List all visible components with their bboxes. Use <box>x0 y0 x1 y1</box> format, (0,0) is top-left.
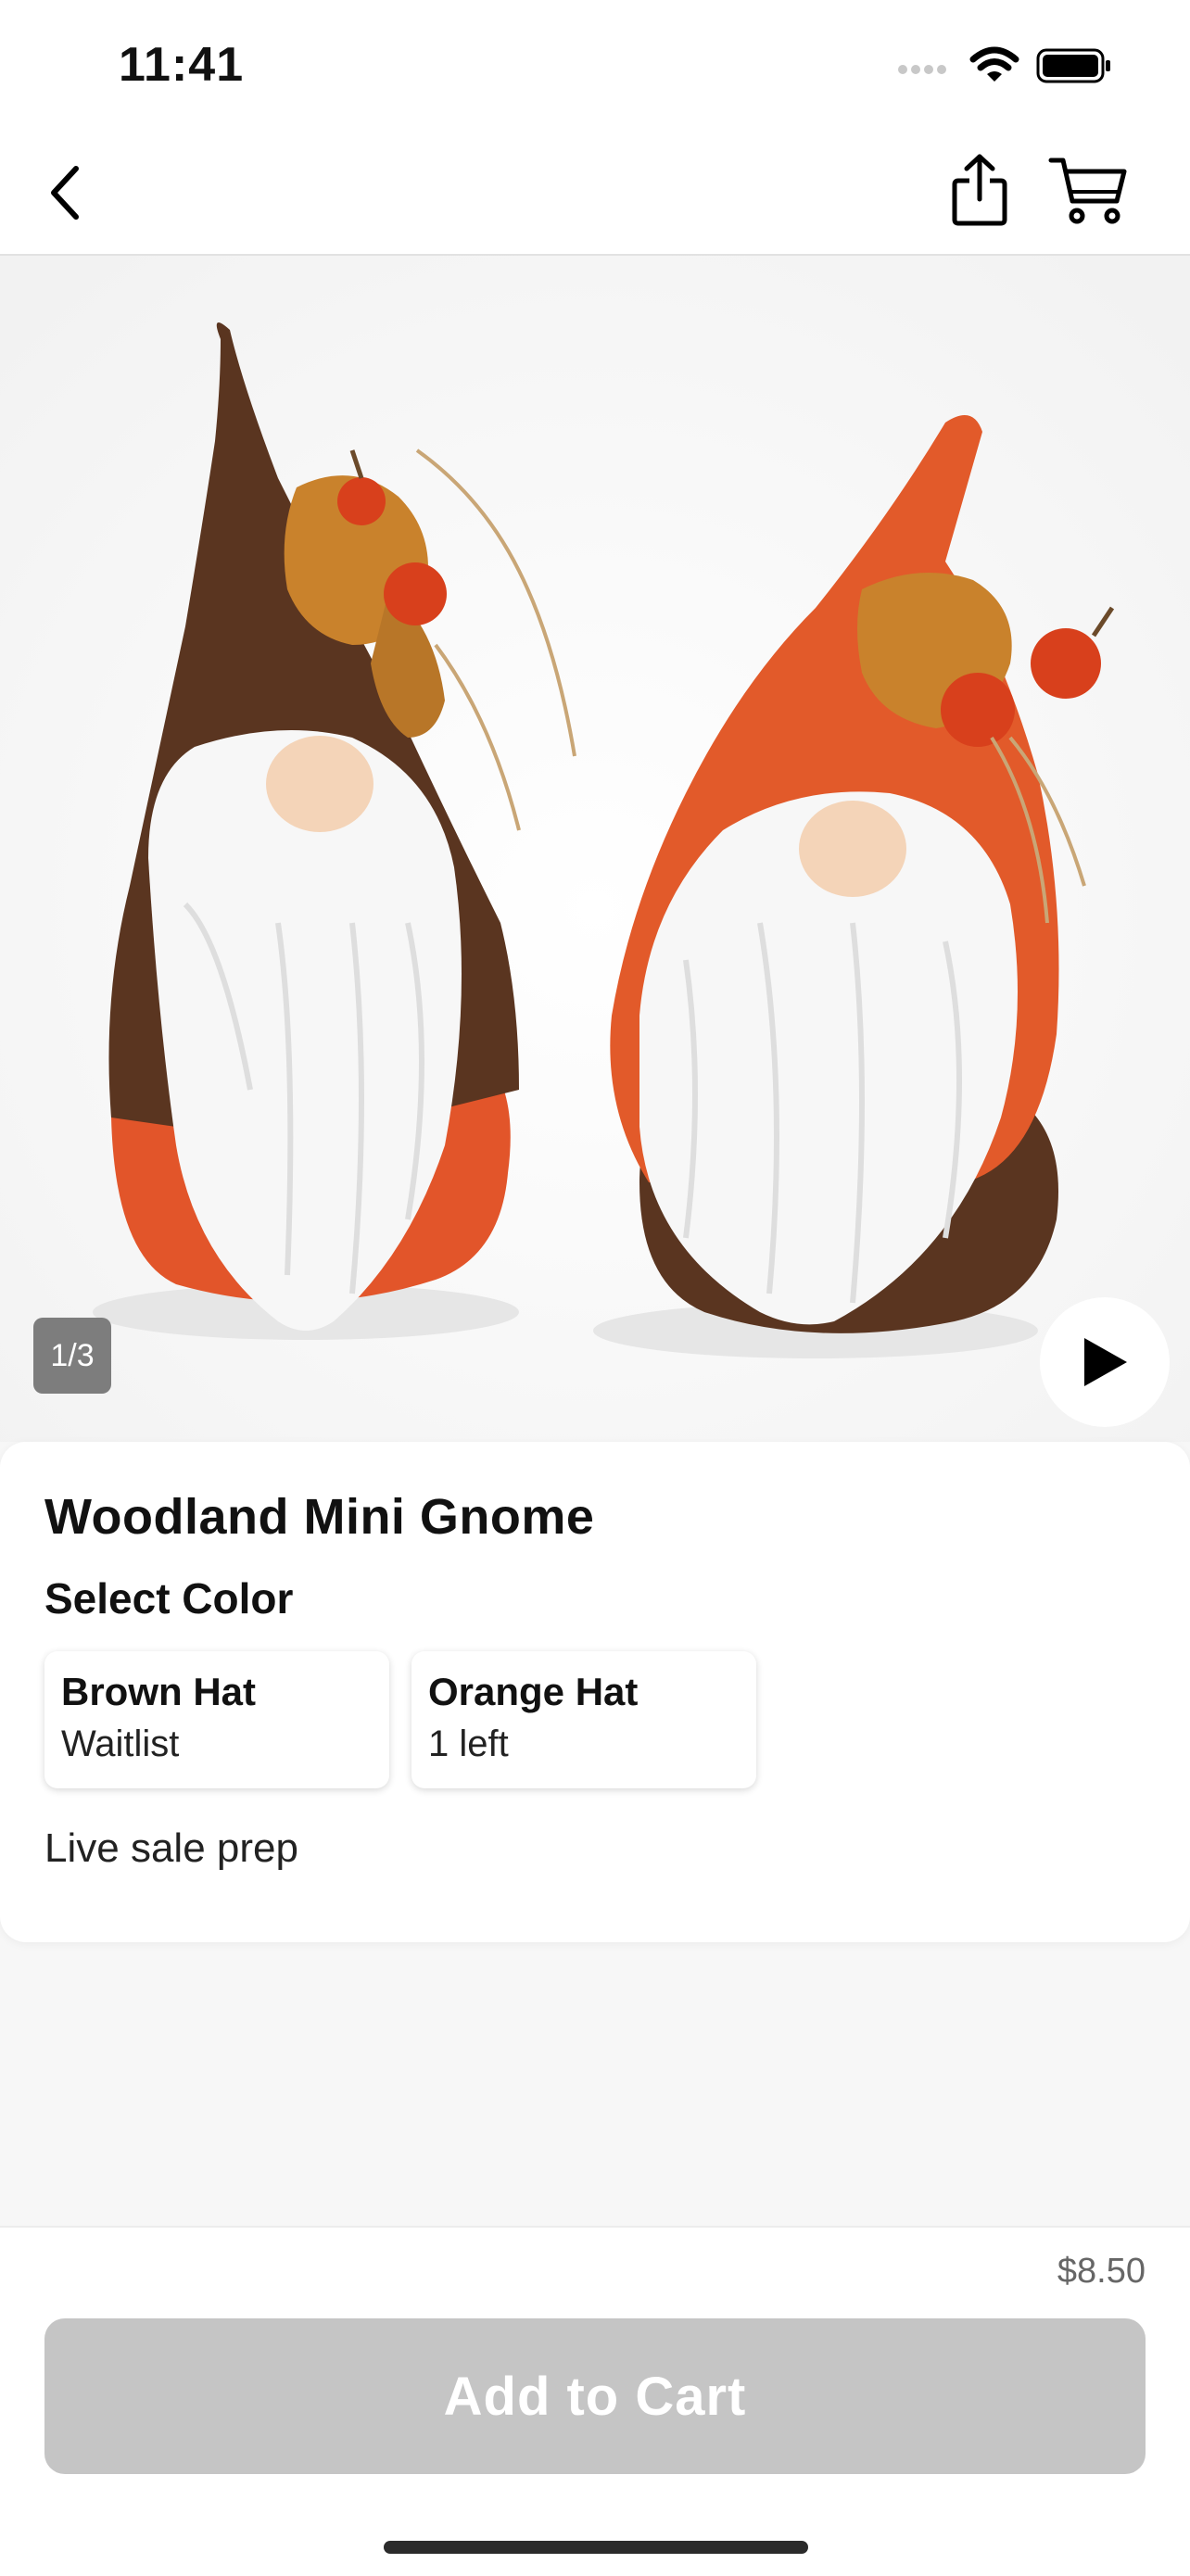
play-video-button[interactable] <box>1040 1297 1170 1427</box>
chevron-left-icon <box>51 166 79 220</box>
home-indicator[interactable] <box>384 2541 808 2554</box>
product-photo <box>0 256 1190 1442</box>
product-note: Live sale prep <box>44 1825 298 1871</box>
status-icons <box>897 46 1112 85</box>
product-title: Woodland Mini Gnome <box>44 1489 595 1545</box>
variant-name: Brown Hat <box>61 1670 256 1713</box>
product-image-gallery[interactable]: 1/3 <box>0 256 1190 1442</box>
variant-name: Orange Hat <box>428 1670 639 1713</box>
battery-icon <box>1036 48 1110 83</box>
variant-status: Waitlist <box>61 1724 180 1764</box>
play-icon <box>1084 1338 1127 1386</box>
cart-button[interactable] <box>1042 148 1134 232</box>
status-time: 11:41 <box>119 38 245 92</box>
select-color-label: Select Color <box>44 1574 294 1623</box>
variant-option-orange-hat[interactable]: Orange Hat 1 left <box>411 1651 756 1788</box>
product-details-card: Woodland Mini Gnome Select Color Brown H… <box>0 1442 1190 1942</box>
cellular-signal-icon <box>898 65 946 74</box>
share-button[interactable] <box>940 148 1019 232</box>
status-bar: 11:41 <box>0 0 1190 130</box>
image-counter-badge: 1/3 <box>33 1318 111 1394</box>
navigation-bar <box>0 130 1190 256</box>
back-button[interactable] <box>28 156 102 230</box>
share-icon <box>952 154 1007 226</box>
add-to-cart-button[interactable]: Add to Cart <box>44 2318 1146 2474</box>
purchase-bar: $8.50 Add to Cart <box>0 2226 1190 2576</box>
variant-status: 1 left <box>428 1724 509 1764</box>
price-label: $8.50 <box>1057 2252 1146 2291</box>
cart-icon <box>1048 158 1127 224</box>
variant-option-brown-hat[interactable]: Brown Hat Waitlist <box>44 1651 389 1788</box>
wifi-icon <box>969 46 1019 82</box>
